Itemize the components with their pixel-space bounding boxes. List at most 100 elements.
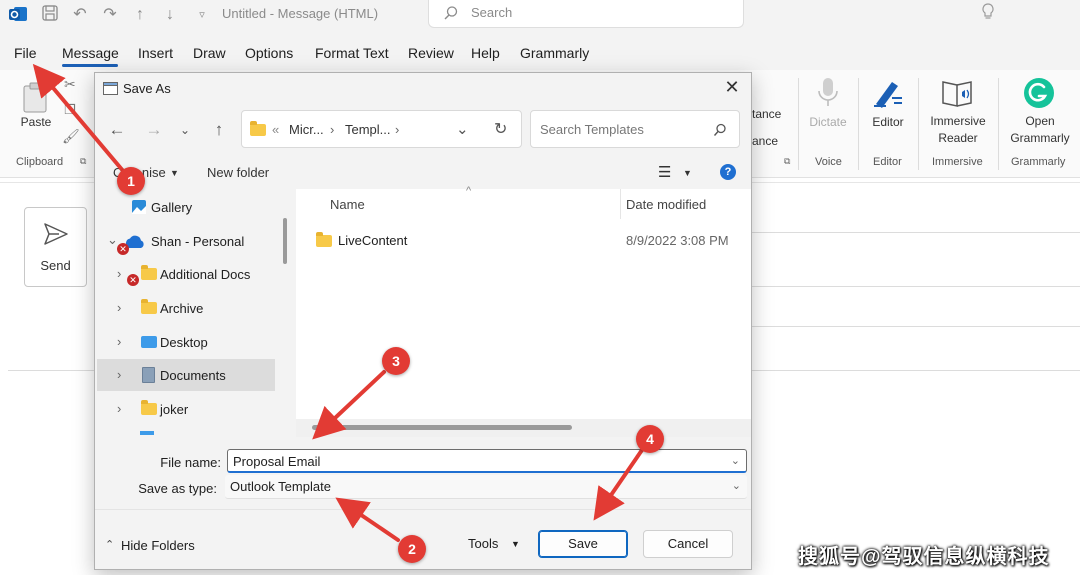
horizontal-scrollbar[interactable] (312, 425, 572, 430)
save-as-type-label: Save as type: (138, 481, 217, 496)
nav-item-gallery[interactable]: Gallery (97, 191, 275, 223)
desktop-folder-icon (141, 336, 157, 348)
copy-icon[interactable]: ❐ (64, 102, 76, 118)
undo-icon[interactable]: ↶ (68, 4, 92, 26)
chevron-down-icon[interactable]: ⌄ (107, 232, 118, 248)
dictate-label: Dictate (809, 115, 847, 129)
outlook-app-icon (6, 4, 30, 26)
immersive-label-1: Immersive (930, 114, 986, 128)
editor-button[interactable] (870, 76, 906, 110)
recent-locations-chevron-icon[interactable]: ⌄ (173, 119, 197, 141)
nav-item-label: Documents (160, 368, 226, 383)
chevron-up-icon[interactable]: ⌃ (105, 538, 114, 551)
tab-message[interactable]: Message (62, 45, 119, 61)
arrow-up-icon[interactable]: ↑ (128, 4, 152, 26)
dialog-title: Save As (123, 81, 171, 96)
close-icon: ✕ (724, 77, 740, 97)
chevron-right-icon[interactable]: › (117, 367, 121, 382)
tab-file[interactable]: File (14, 45, 37, 61)
nav-item-onedrive-personal[interactable]: ⌄ ✕ Shan - Personal (97, 225, 275, 257)
divider (752, 370, 1080, 371)
file-name-input[interactable]: Proposal Email ⌄ (227, 449, 747, 473)
file-name-label: File name: (160, 455, 221, 470)
dialog-window-icon (103, 82, 118, 95)
dialog-launcher-icon[interactable]: ⧉ (784, 156, 790, 167)
close-button[interactable]: ✕ (721, 77, 743, 99)
tab-insert[interactable]: Insert (138, 45, 173, 61)
window-title: Untitled - Message (HTML) (222, 6, 379, 21)
save-icon[interactable] (38, 4, 62, 26)
immersive-reader-button[interactable] (940, 76, 976, 110)
nav-item-desktop[interactable]: › Desktop (97, 326, 275, 358)
save-as-dialog: Save As ✕ ← → ⌄ ↑ « Micr... › Templ... ›… (94, 72, 752, 570)
customize-toolbar-icon[interactable]: ▿ (190, 4, 214, 26)
file-date-modified: 8/9/2022 3:08 PM (626, 233, 729, 248)
nav-pane-scrollbar[interactable] (283, 218, 287, 264)
step-badge: 3 (382, 347, 410, 375)
arrow-down-icon[interactable]: ↓ (158, 4, 182, 26)
chevron-right-icon[interactable]: › (117, 401, 121, 416)
hide-folders-button[interactable]: Hide Folders (121, 538, 195, 553)
dictate-button[interactable] (812, 76, 844, 110)
chevron-down-icon[interactable]: ⌄ (731, 454, 740, 467)
search-templates-input[interactable]: Search Templates (530, 110, 740, 148)
view-dropdown-icon[interactable]: ▼ (683, 168, 692, 178)
step-badge: 2 (398, 535, 426, 563)
nav-item-documents[interactable]: › Documents (97, 359, 275, 391)
file-list: ^ Name Date modified LiveContent 8/9/202… (296, 185, 751, 437)
navigation-pane: Gallery ⌄ ✕ Shan - Personal › ✕ Addition… (95, 189, 292, 437)
send-icon (44, 223, 68, 245)
new-folder-button[interactable]: New folder (207, 165, 269, 180)
paste-button[interactable] (18, 80, 54, 116)
partial-label: tance (752, 107, 782, 121)
chevron-down-icon[interactable]: ⌄ (732, 479, 741, 492)
tools-dropdown-icon[interactable]: ▼ (511, 539, 520, 549)
nav-item-joker[interactable]: › joker (97, 393, 275, 425)
step-badge: 1 (117, 167, 145, 195)
tab-draw[interactable]: Draw (193, 45, 226, 61)
grammarly-icon (1024, 78, 1054, 108)
dialog-launcher-icon[interactable]: ⧉ (80, 156, 86, 167)
tab-format-text[interactable]: Format Text (315, 45, 389, 61)
tab-options[interactable]: Options (245, 45, 293, 61)
search-input[interactable]: Search (428, 0, 744, 28)
up-arrow-icon[interactable]: ↑ (207, 119, 231, 141)
save-button[interactable]: Save (538, 530, 628, 558)
chevron-right-icon[interactable]: › (117, 300, 121, 315)
watermark: 搜狐号@驾驭信息纵横科技 (798, 546, 1050, 568)
ribbon-separator (918, 78, 919, 170)
format-painter-icon[interactable]: 🖌 (62, 128, 80, 145)
chevron-right-icon[interactable]: › (117, 266, 121, 281)
view-options-icon[interactable]: ☰ (658, 163, 671, 181)
tab-help[interactable]: Help (471, 45, 500, 61)
cancel-button[interactable]: Cancel (643, 530, 733, 558)
nav-item-archive[interactable]: › Archive (97, 292, 275, 324)
folder-icon (141, 265, 157, 280)
cut-icon[interactable]: ✂ (64, 76, 76, 93)
help-icon[interactable]: ? (720, 164, 736, 180)
address-segment[interactable]: Templ... (345, 122, 391, 137)
tools-button[interactable]: Tools (468, 536, 498, 551)
organize-dropdown-icon[interactable]: ▼ (170, 168, 179, 178)
chevron-right-icon[interactable]: › (117, 334, 121, 349)
microphone-icon (818, 78, 838, 106)
back-arrow-icon[interactable]: ← (105, 119, 129, 141)
address-dropdown-chevron-icon[interactable]: ⌄ (456, 120, 469, 138)
address-segment[interactable]: Micr... (289, 122, 324, 137)
search-icon (444, 6, 458, 20)
forward-arrow-icon[interactable]: → (142, 119, 166, 141)
address-bar[interactable]: « Micr... › Templ... › ⌄ ↻ (241, 110, 522, 148)
ribbon-separator (798, 78, 799, 170)
folder-icon (316, 232, 332, 247)
tab-review[interactable]: Review (408, 45, 454, 61)
save-as-type-select[interactable]: Outlook Template ⌄ (225, 475, 747, 499)
open-grammarly-button[interactable] (1022, 76, 1056, 110)
send-button[interactable]: Send (24, 207, 87, 287)
refresh-icon[interactable]: ↻ (494, 119, 507, 139)
save-as-type-value: Outlook Template (230, 479, 331, 494)
file-row[interactable]: LiveContent 8/9/2022 3:08 PM (296, 189, 751, 253)
nav-item-additional-docs[interactable]: › ✕ Additional Docs (97, 258, 275, 290)
lightbulb-icon[interactable] (976, 2, 1000, 24)
redo-icon[interactable]: ↷ (98, 4, 122, 26)
tab-grammarly[interactable]: Grammarly (520, 45, 589, 61)
